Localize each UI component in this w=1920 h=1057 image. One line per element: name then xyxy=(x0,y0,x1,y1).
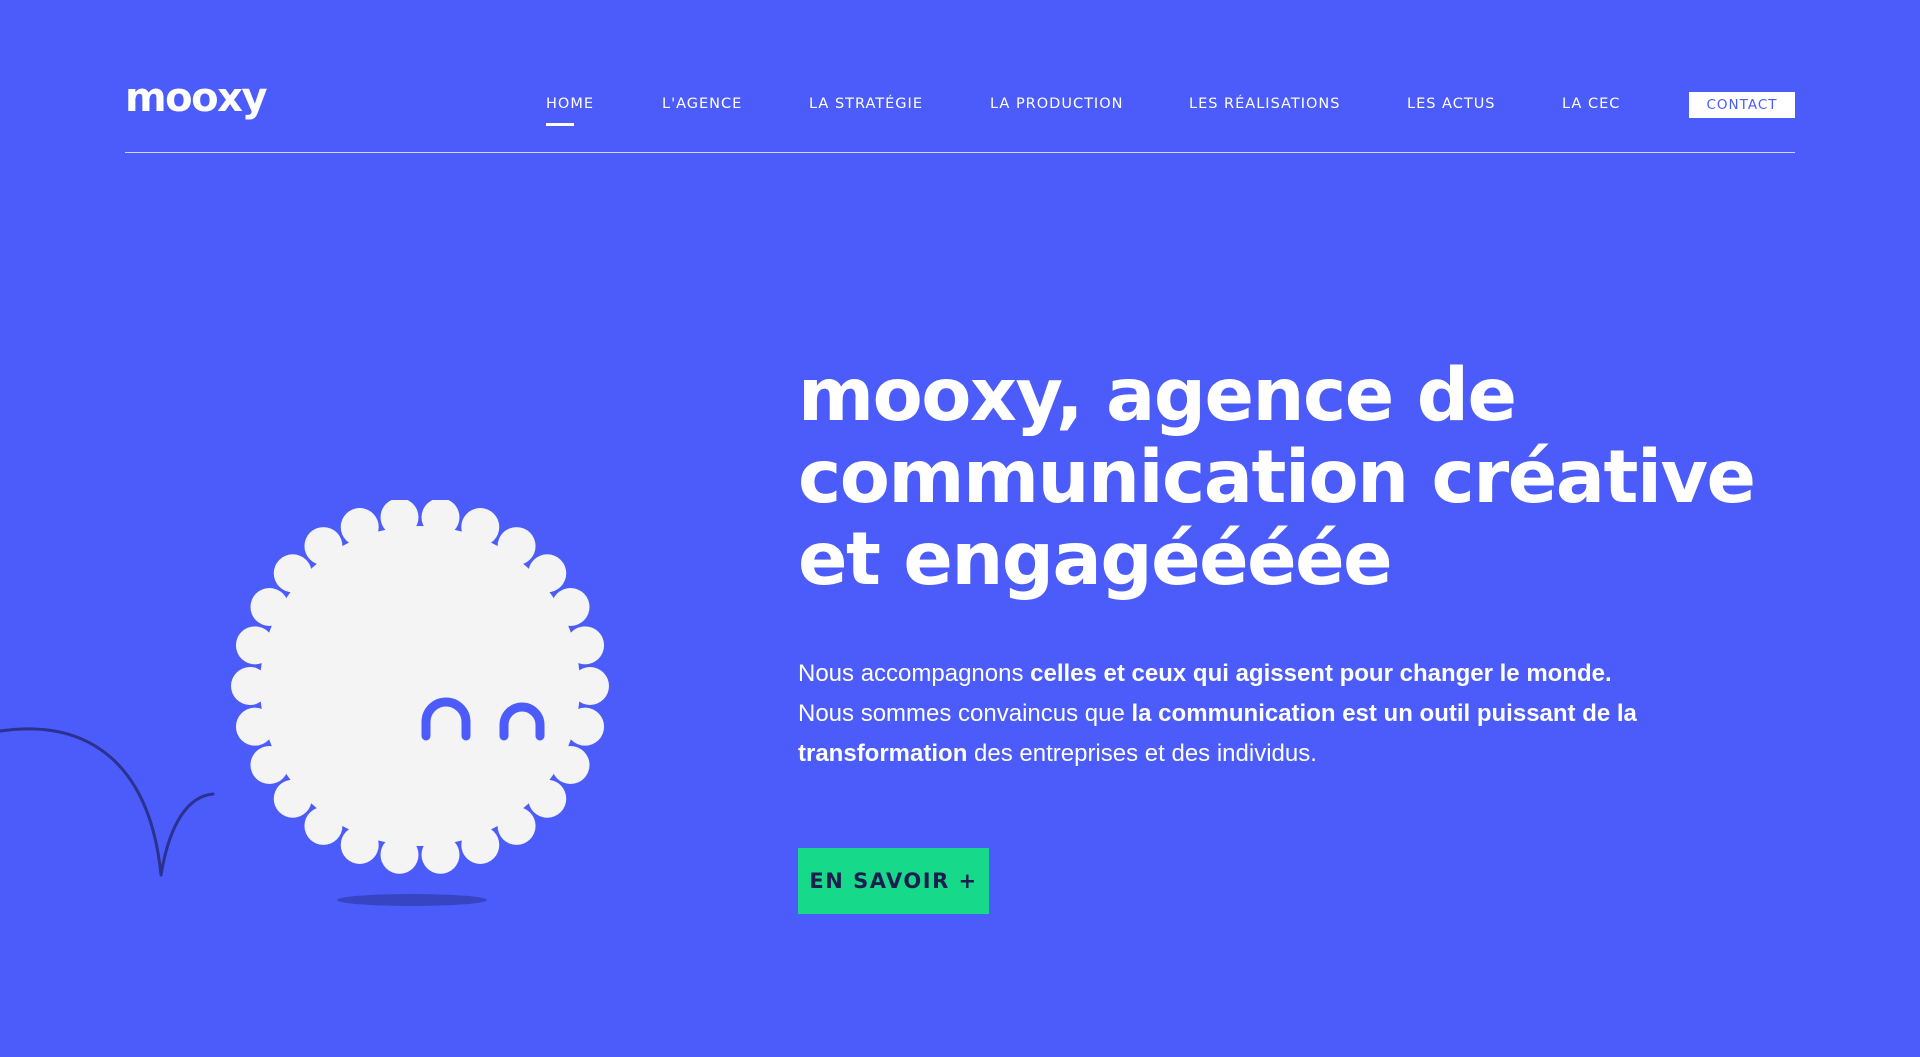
hero-title-line: communication créative xyxy=(798,435,1756,520)
hero-description: Nous accompagnons celles et ceux qui agi… xyxy=(798,654,1678,774)
nav-item-home[interactable]: HOME xyxy=(546,97,594,126)
mascot-illustration xyxy=(0,500,609,906)
main-nav: HOME L'AGENCE LA STRATÉGIE LA PRODUCTION… xyxy=(125,92,1795,126)
nav-item-cec[interactable]: LA CEC xyxy=(1562,97,1620,112)
shadow-icon xyxy=(337,894,487,906)
desc-text: des entreprises et des individus. xyxy=(967,740,1317,767)
jump-trail-icon xyxy=(0,727,215,877)
desc-text: Nous accompagnons xyxy=(798,660,1031,687)
hero-title-line: et engagéééée xyxy=(798,517,1393,602)
hero-title-line: mooxy, agence de xyxy=(798,353,1517,438)
nav-item-realisations[interactable]: LES RÉALISATIONS xyxy=(1189,97,1340,112)
nav-item-actus[interactable]: LES ACTUS xyxy=(1407,97,1496,112)
learn-more-button[interactable]: EN SAVOIR + xyxy=(798,848,989,914)
nav-item-agence[interactable]: L'AGENCE xyxy=(662,97,742,112)
mascot-icon xyxy=(231,500,609,874)
hero-title: mooxy, agence de communication créative … xyxy=(798,355,1798,601)
nav-item-strategie[interactable]: LA STRATÉGIE xyxy=(809,97,923,112)
site-header: mooxy HOME L'AGENCE LA STRATÉGIE LA PROD… xyxy=(125,0,1795,153)
contact-button[interactable]: CONTACT xyxy=(1689,92,1795,118)
desc-text: Nous sommes convaincus que xyxy=(798,700,1132,727)
desc-highlight: celles et ceux qui agissent pour changer… xyxy=(1030,660,1612,687)
nav-item-production[interactable]: LA PRODUCTION xyxy=(990,97,1123,112)
